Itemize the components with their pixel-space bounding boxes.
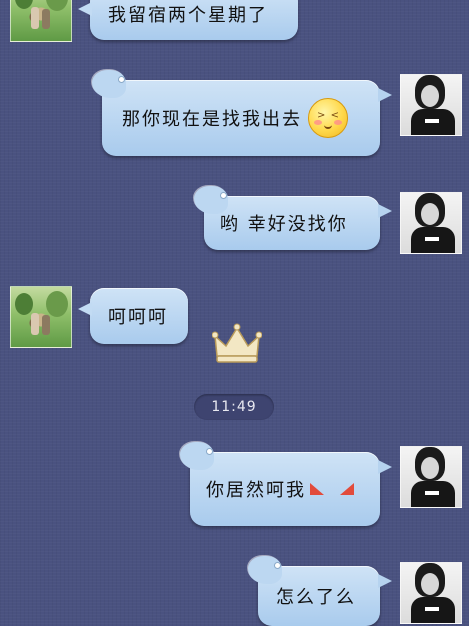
red-flag-icon xyxy=(340,483,354,495)
message-text: 呵呵呵 xyxy=(108,307,168,328)
message-text: 怎么了么 xyxy=(276,587,356,608)
friend-avatar[interactable] xyxy=(10,0,72,42)
message-text: 哟 幸好没找你 xyxy=(220,214,348,235)
my-avatar[interactable] xyxy=(400,562,462,624)
my-avatar[interactable] xyxy=(400,74,462,136)
crown-icon xyxy=(212,323,262,363)
embarrassed-face-icon: > < xyxy=(308,98,348,138)
my-avatar[interactable] xyxy=(400,446,462,508)
message-bubble[interactable]: 呵呵呵 xyxy=(78,288,188,344)
message-bubble[interactable]: 我留宿两个星期了 xyxy=(78,0,298,40)
my-avatar[interactable] xyxy=(400,192,462,254)
message-bubble[interactable]: 你居然呵我 xyxy=(180,442,392,526)
message-text: 那你现在是找我出去 xyxy=(122,109,302,130)
red-flag-icon xyxy=(310,483,324,495)
timestamp-badge: 11:49 xyxy=(194,394,274,420)
message-bubble[interactable]: 怎么了么 xyxy=(248,556,392,626)
message-text: 你居然呵我 xyxy=(206,480,306,501)
message-text: 我留宿两个星期了 xyxy=(108,5,268,26)
message-bubble[interactable]: 那你现在是找我出去 > < xyxy=(92,70,392,156)
friend-avatar[interactable] xyxy=(10,286,72,348)
message-bubble[interactable]: 哟 幸好没找你 xyxy=(194,186,392,250)
